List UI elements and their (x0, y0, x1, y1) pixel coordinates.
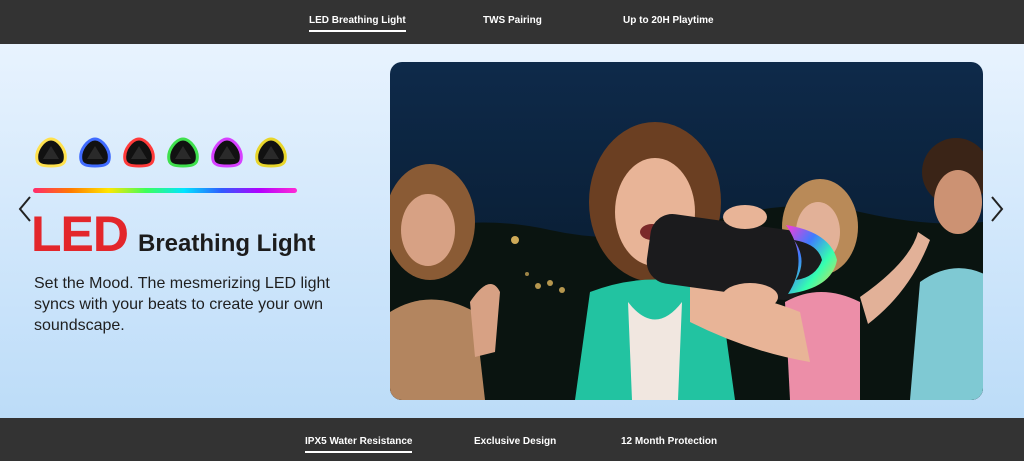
top-tab-bar: LED Breathing Light TWS Pairing Up to 20… (0, 0, 1024, 44)
headline-led: LED (31, 206, 129, 262)
speaker-blue-icon (79, 137, 111, 168)
next-slide-button[interactable] (988, 194, 1006, 224)
tab-playtime[interactable]: Up to 20H Playtime (623, 15, 714, 32)
hero-banner: LED Breathing Light Set the Mood. The me… (0, 44, 1024, 418)
headline-breathing-light: Breathing Light (138, 230, 316, 257)
tab-tws-pairing[interactable]: TWS Pairing (483, 15, 542, 32)
hero-photo (390, 62, 983, 400)
tab-water-resistance[interactable]: IPX5 Water Resistance (305, 436, 413, 453)
tab-12-month-protection[interactable]: 12 Month Protection (621, 436, 717, 453)
hero-description: Set the Mood. The mesmerizing LED light … (34, 275, 330, 334)
speaker-gold-icon (255, 137, 287, 168)
bottom-tab-bar: IPX5 Water Resistance Exclusive Design 1… (0, 418, 1024, 461)
chevron-right-icon (991, 196, 1004, 222)
led-color-icons (34, 136, 288, 168)
speaker-purple-icon (211, 137, 243, 168)
rainbow-divider (33, 188, 297, 193)
tab-led-breathing-light[interactable]: LED Breathing Light (309, 15, 406, 32)
tab-exclusive-design[interactable]: Exclusive Design (474, 436, 556, 453)
speaker-green-icon (167, 137, 199, 168)
speaker-yellow-icon (35, 137, 67, 168)
hero-headline: LED Breathing Light (31, 209, 315, 259)
speaker-red-icon (123, 137, 155, 168)
